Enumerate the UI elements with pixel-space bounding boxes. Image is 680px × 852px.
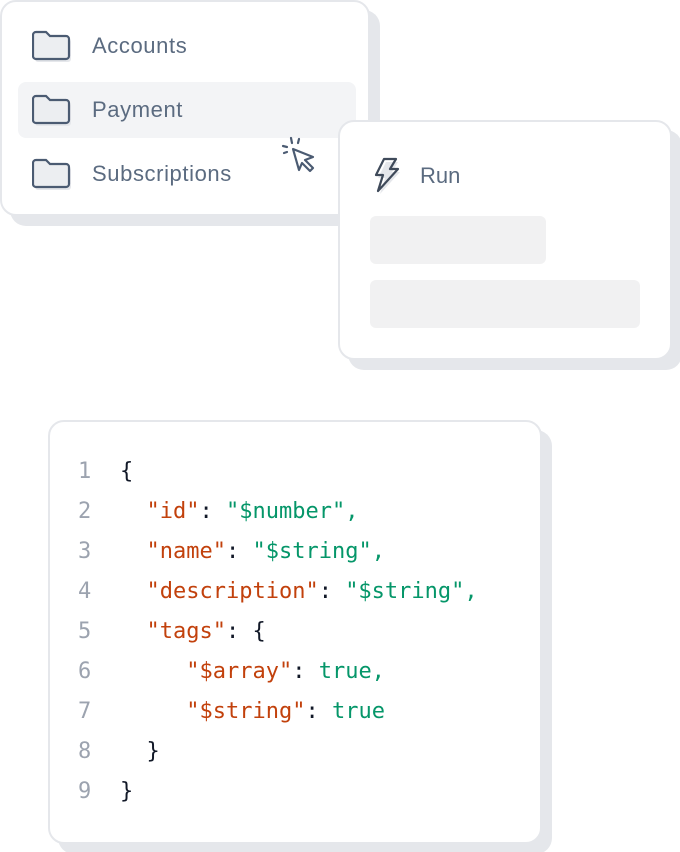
click-cursor-icon (281, 136, 315, 173)
menu-item-label: Accounts (92, 33, 188, 58)
folder-menu-card: Accounts Payment Subscriptions (0, 0, 370, 216)
code-content: } (120, 772, 133, 812)
code-line: 4 "description": "$string", (78, 572, 478, 612)
code-token-punct (120, 699, 186, 724)
code-content: "$array": true, (120, 652, 385, 692)
code-line: 3 "name": "$string", (78, 532, 478, 572)
code-token-punct (120, 539, 147, 564)
menu-item-payment[interactable]: Payment (18, 82, 356, 138)
code-line: 1{ (78, 452, 478, 492)
menu-item-label: Subscriptions (92, 161, 232, 186)
code-line: 5 "tags": { (78, 612, 478, 652)
code-block: 1{2 "id": "$number", 3 "name": "$string",… (78, 452, 478, 812)
code-token-punct: : (305, 699, 332, 724)
code-line: 8 } (78, 732, 478, 772)
code-token-val: true, (318, 659, 385, 684)
code-content: "description": "$string", (120, 572, 478, 612)
code-token-punct (120, 619, 147, 644)
code-line: 7 "$string": true (78, 692, 478, 732)
code-line: 9} (78, 772, 478, 812)
menu-item-label: Payment (92, 97, 184, 122)
folder-icon (32, 30, 71, 62)
skeleton-placeholder (370, 280, 640, 328)
run-label: Run (420, 163, 461, 188)
code-line: 2 "id": "$number", (78, 492, 478, 532)
code-token-key: "$string" (186, 699, 306, 724)
line-number: 9 (78, 779, 92, 804)
lightning-bolt-icon (374, 157, 400, 194)
line-number: 7 (78, 699, 92, 724)
code-token-val: "$string", (345, 579, 478, 604)
line-number: 8 (78, 739, 92, 764)
code-token-key: "description" (146, 579, 319, 604)
menu-item-accounts[interactable]: Accounts (18, 18, 356, 74)
run-button[interactable]: Run (372, 156, 460, 196)
code-token-val: "$string", (252, 539, 385, 564)
code-token-val: "$number", (225, 499, 359, 524)
code-token-key: "id" (146, 499, 200, 524)
code-token-punct: } (120, 779, 134, 804)
code-content: "name": "$string", (120, 532, 385, 572)
code-token-key: "tags" (146, 619, 226, 644)
code-token-punct (120, 659, 186, 684)
code-editor-card: 1{2 "id": "$number", 3 "name": "$string",… (48, 420, 542, 844)
code-content: "tags": { (120, 612, 266, 652)
code-token-key: "$array" (186, 659, 293, 684)
run-card: Run (338, 120, 672, 360)
code-content: } (120, 732, 160, 772)
code-token-punct: } (120, 739, 160, 764)
line-number: 1 (78, 459, 92, 484)
code-token-punct: : (225, 539, 253, 564)
line-number: 3 (78, 539, 92, 564)
code-token-punct: { (120, 459, 134, 484)
code-content: "id": "$number", (120, 492, 359, 532)
code-token-punct: : { (225, 619, 266, 644)
code-token-punct: : (199, 499, 226, 524)
code-content: "$string": true (120, 692, 385, 732)
folder-icon (32, 94, 71, 126)
line-number: 2 (78, 499, 92, 524)
code-token-key: "name" (146, 539, 226, 564)
folder-icon (32, 158, 71, 190)
line-number: 4 (78, 579, 92, 604)
code-content: { (120, 452, 133, 492)
skeleton-placeholder (370, 216, 546, 264)
code-token-punct: : (318, 579, 346, 604)
code-line: 6 "$array": true, (78, 652, 478, 692)
line-number: 6 (78, 659, 92, 684)
line-number: 5 (78, 619, 92, 644)
code-token-punct: : (292, 659, 319, 684)
code-token-punct (120, 579, 147, 604)
code-token-punct (120, 499, 147, 524)
code-token-val: true (331, 699, 385, 724)
